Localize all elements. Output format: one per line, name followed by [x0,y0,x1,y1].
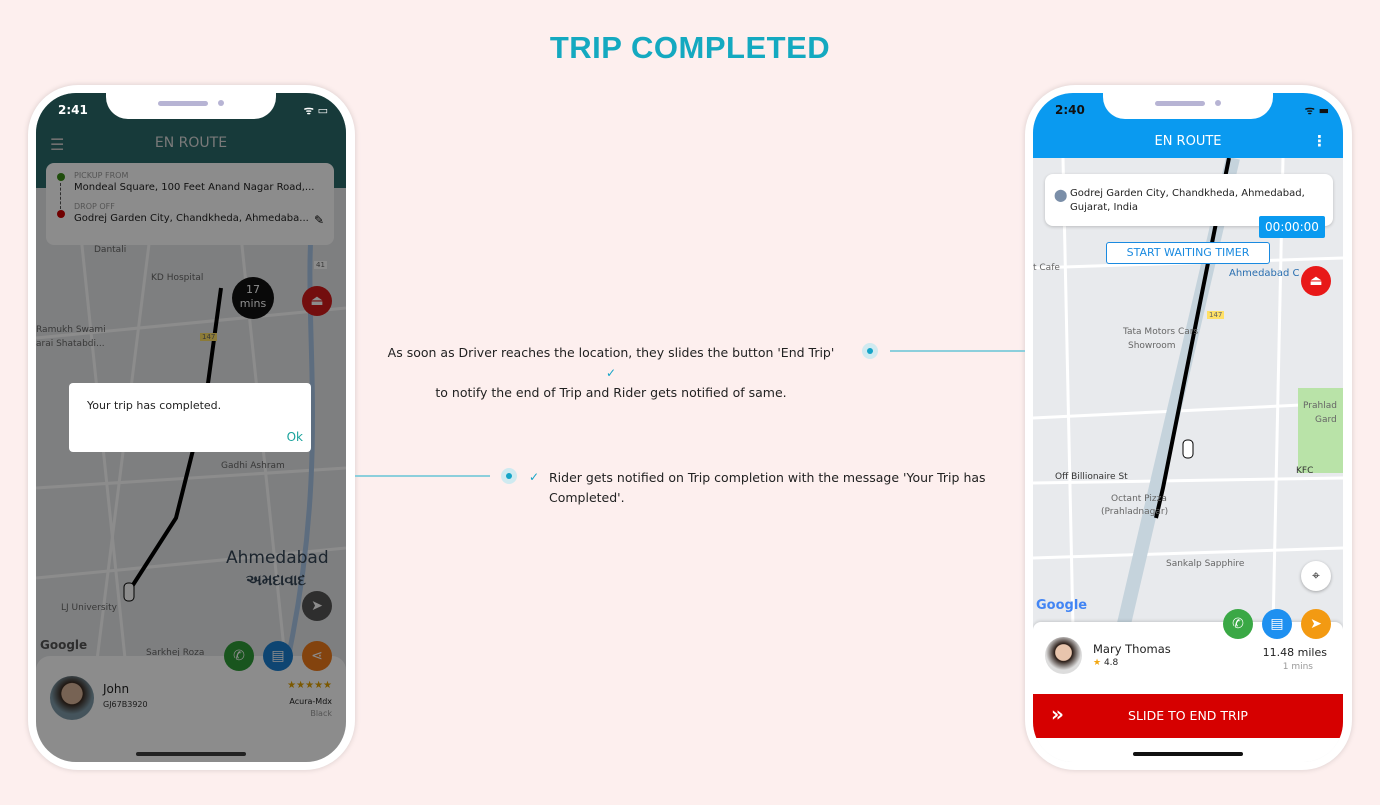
driver-note: As soon as Driver reaches the location, … [381,343,841,403]
map-label: Tata Motors Cars [1123,327,1199,337]
driver-note-line: to notify the end of Trip and Rider gets… [435,385,787,400]
car-icon [1182,439,1194,459]
navigate-button[interactable]: ➤ [1301,609,1331,639]
connector-line [355,475,490,477]
google-logo: Google [1036,598,1088,613]
check-circle-icon: ✓ [605,366,617,380]
waiting-timer: 00:00:00 [1259,216,1325,238]
rider-name: Mary Thomas [1093,642,1171,656]
rider-note-line: Completed'. [549,490,625,505]
rating-value: 4.8 [1103,658,1119,668]
driver-screen: 2:40 ᯤ ▬ EN ROUTE ⋮ Plaza Ahmedabad C t … [1033,93,1343,762]
map-label: (Prahladnagar) [1101,507,1169,517]
trip-duration: 1 mins [1282,662,1313,672]
wifi-battery-icon: ᯤ ▭ [303,104,328,117]
rider-info-sheet: Mary Thomas ★ 4.8 11.48 miles 1 mins [1033,622,1343,694]
slide-to-end-trip[interactable]: » SLIDE TO END TRIP [1033,694,1343,738]
map-label: Ahmedabad C [1229,268,1300,279]
dialog-message: Your trip has completed. [87,399,222,412]
highway-badge: 147 [1207,311,1225,319]
map-label: Prahlad [1303,401,1337,411]
rider-phone: 2:41 ᯤ ▭ ☰ EN ROUTE KD Hospital Ramukh S… [28,85,355,770]
rider-rating: ★ 4.8 [1093,658,1118,668]
status-time: 2:41 [58,103,88,117]
map-label: Showroom [1128,341,1176,351]
more-options-icon[interactable]: ⋮ [1312,132,1327,150]
rider-note-line: Rider gets notified on Trip completion w… [549,470,986,485]
start-waiting-timer-button[interactable]: START WAITING TIMER [1106,242,1270,264]
call-button[interactable]: ✆ [1223,609,1253,639]
connector-dot [862,343,878,359]
connector-dot [501,468,517,484]
location-pin-icon: ⬤ [1054,188,1068,202]
trip-completed-dialog: Your trip has completed. Ok [69,383,311,452]
map-label: Off Billionaire St [1055,472,1128,482]
dialog-ok-button[interactable]: Ok [287,430,303,444]
map-label: Gard [1315,415,1337,425]
destination-address: Godrej Garden City, Chandkheda, Ahmedaba… [1070,187,1305,215]
star-icon: ★ [1093,658,1102,668]
rider-screen: 2:41 ᯤ ▭ ☰ EN ROUTE KD Hospital Ramukh S… [36,93,346,762]
header-title: EN ROUTE [1154,134,1222,149]
map-label: KFC [1296,466,1314,476]
wifi-battery-icon: ᯤ ▬ [1304,104,1329,117]
destination-line: Gujarat, India [1070,202,1139,213]
driver-note-line: As soon as Driver reaches the location, … [387,345,835,360]
connector-line [890,350,1025,352]
my-location-button[interactable]: ⌖ [1301,561,1331,591]
rider-note: Rider gets notified on Trip completion w… [549,468,999,508]
map-label: Octant Pizza [1111,494,1167,504]
map-label: Sankalp Sapphire [1166,559,1245,569]
page-title: TRIP COMPLETED [549,30,831,65]
trip-distance: 11.48 miles [1262,646,1327,659]
sos-alarm-icon[interactable]: ⏏ [1301,266,1331,296]
slide-label: SLIDE TO END TRIP [1128,708,1248,723]
destination-line: Godrej Garden City, Chandkheda, Ahmedaba… [1070,188,1305,199]
chat-button[interactable]: ▤ [1262,609,1292,639]
driver-phone: 2:40 ᯤ ▬ EN ROUTE ⋮ Plaza Ahmedabad C t … [1025,85,1352,770]
status-time: 2:40 [1055,103,1085,117]
map-label: t Cafe [1033,263,1060,273]
check-circle-icon: ✓ [529,470,540,484]
rider-avatar [1045,637,1082,674]
